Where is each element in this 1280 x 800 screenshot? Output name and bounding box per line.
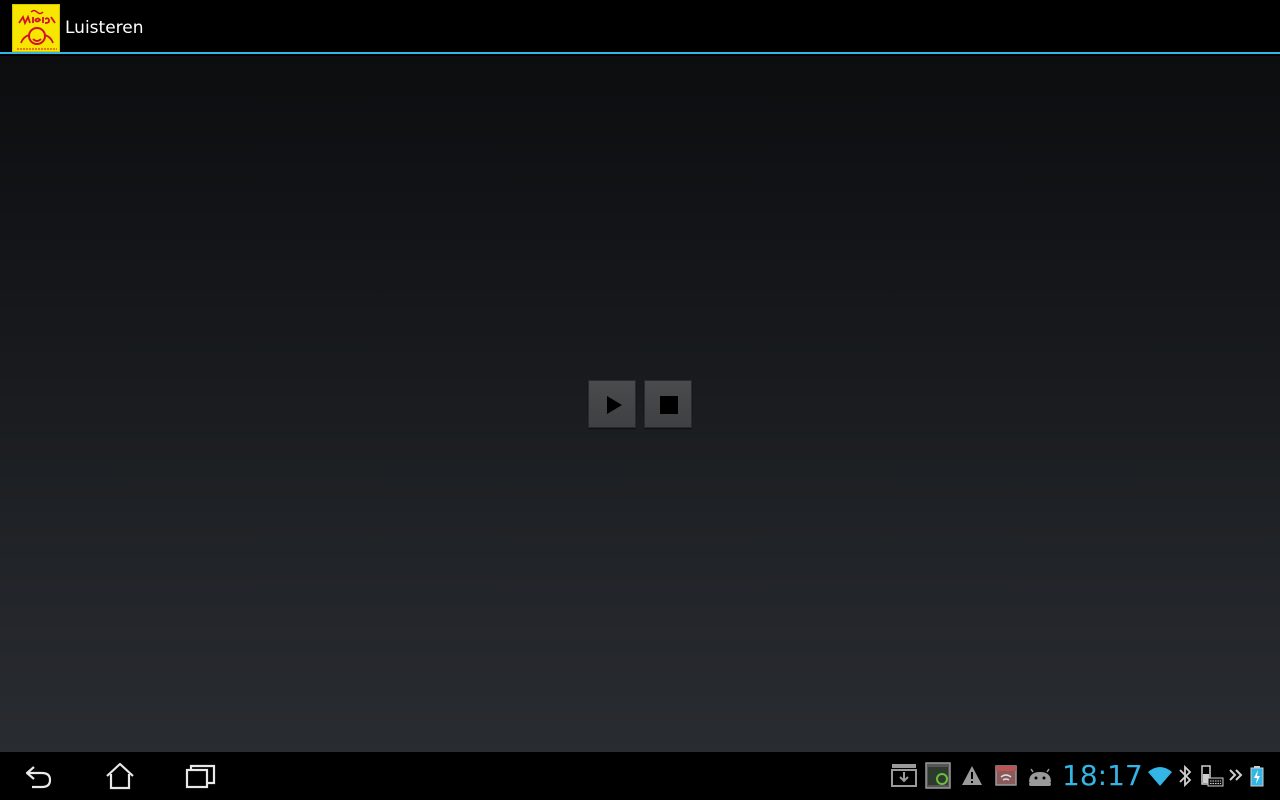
download-icon [891, 764, 917, 787]
bluetooth-status[interactable] [1176, 752, 1194, 800]
android-icon [1029, 768, 1051, 786]
home-icon [106, 762, 134, 790]
bluetooth-icon [1179, 764, 1192, 788]
play-icon [607, 396, 622, 414]
player-controls [588, 380, 692, 428]
radio-zwetsoaks-logo-icon[interactable] [12, 4, 60, 52]
back-button[interactable] [0, 752, 80, 800]
wifi-calendar-notification[interactable] [990, 752, 1022, 800]
play-button[interactable] [588, 380, 636, 428]
android-notification[interactable] [1024, 752, 1056, 800]
more-status[interactable] [1226, 752, 1246, 800]
status-clock[interactable]: 18:17 [1062, 758, 1143, 794]
back-icon [25, 766, 52, 789]
screenshot-icon [925, 762, 951, 789]
battery-charging-icon [1250, 766, 1264, 787]
action-bar: Luisteren [0, 0, 1280, 54]
keyboard-battery-status[interactable] [1196, 752, 1226, 800]
keyboard-battery-icon [1201, 765, 1224, 787]
screenshot-notification[interactable] [922, 752, 954, 800]
recent-apps-icon [185, 764, 216, 789]
home-button[interactable] [80, 752, 160, 800]
warning-notification[interactable] [956, 752, 988, 800]
page-title: Luisteren [65, 18, 144, 38]
notification-tray[interactable] [888, 752, 1058, 800]
download-notification[interactable] [888, 752, 920, 800]
chevron-right-icon [1229, 769, 1243, 781]
android-screen: Luisteren 18:17 [0, 0, 1280, 800]
stop-button[interactable] [644, 380, 692, 428]
wifi-icon [1148, 767, 1172, 786]
wifi-status[interactable] [1144, 752, 1176, 800]
recent-apps-button[interactable] [160, 752, 240, 800]
warning-icon [962, 766, 982, 785]
stop-icon [660, 396, 678, 414]
battery-status[interactable] [1246, 752, 1268, 800]
wifi-calendar-icon [995, 765, 1017, 786]
